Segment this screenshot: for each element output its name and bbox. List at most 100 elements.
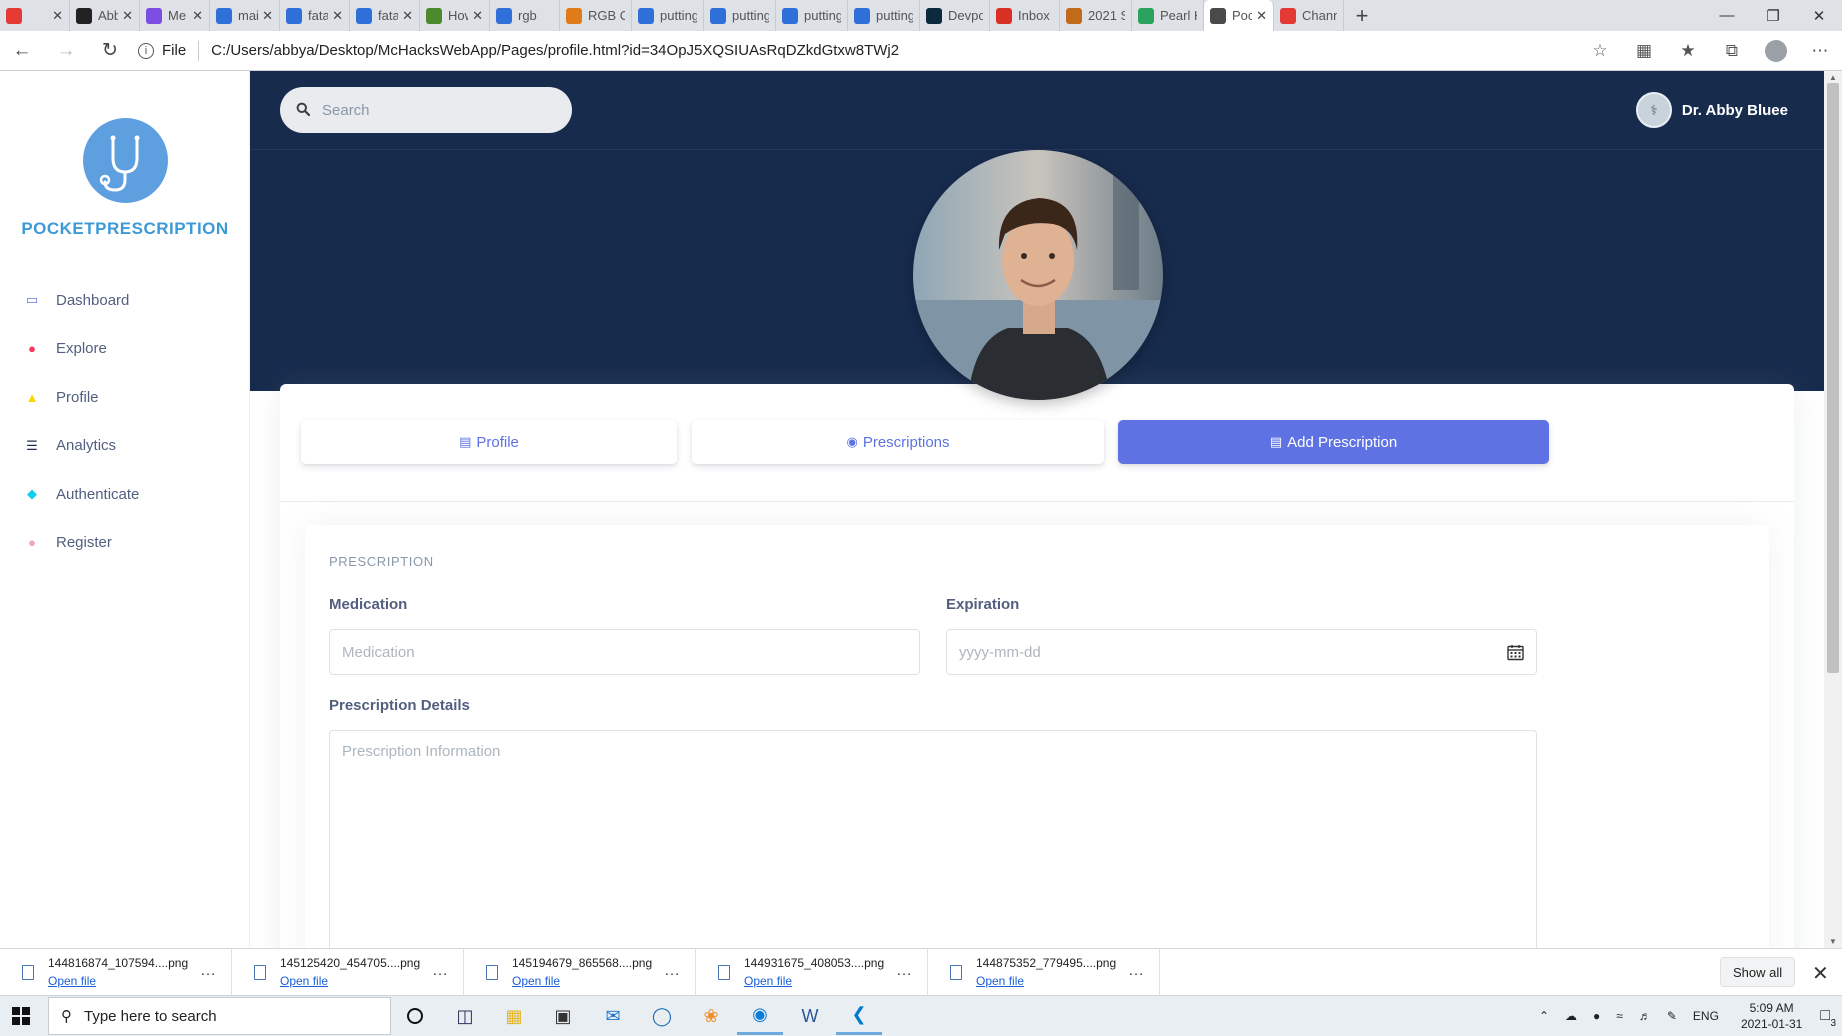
download-more-icon[interactable]: … — [896, 962, 913, 980]
tab-add-prescription[interactable]: ▤ Add Prescription — [1118, 420, 1549, 464]
new-tab-button[interactable]: + — [1344, 0, 1380, 31]
download-item[interactable]: 145125420_454705....png Open file… — [232, 948, 464, 996]
browser-tab[interactable]: Inbox (2 — [990, 0, 1060, 31]
browser-tab[interactable]: putting a — [632, 0, 704, 31]
minimize-window-icon[interactable]: — — [1704, 0, 1750, 31]
close-tab-icon[interactable]: ✕ — [332, 8, 343, 24]
site-info-icon[interactable]: i — [138, 42, 154, 59]
tab-prescriptions[interactable]: ◉ Prescriptions — [692, 420, 1104, 464]
cortana-icon[interactable] — [392, 997, 438, 1035]
close-tab-icon[interactable]: ✕ — [1256, 8, 1267, 24]
pen-icon[interactable]: ✎ — [1667, 1009, 1677, 1023]
browser-tab[interactable]: putting a — [704, 0, 776, 31]
refresh-button[interactable]: ↻ — [88, 31, 132, 71]
brand-name[interactable]: POCKETPRESCRIPTION — [0, 219, 250, 239]
favorites-icon[interactable]: ★ — [1666, 31, 1710, 71]
user-avatar[interactable]: ⚕ — [1635, 92, 1672, 128]
browser-tab[interactable]: fata ✕ — [280, 0, 350, 31]
close-tab-icon[interactable]: ✕ — [472, 8, 483, 24]
collections-icon[interactable]: ⧉ — [1710, 31, 1754, 71]
browser-tab[interactable]: Pearl Ha — [1132, 0, 1204, 31]
scroll-down-arrow-icon[interactable]: ▼ — [1829, 937, 1837, 946]
forward-button[interactable]: → — [44, 31, 88, 71]
wifi-icon[interactable]: ≈ — [1616, 1009, 1623, 1023]
browser-tab[interactable]: Abb ✕ — [70, 0, 140, 31]
scrollbar-thumb[interactable] — [1827, 83, 1839, 673]
mail-icon[interactable]: ✉ — [590, 997, 636, 1035]
browser-tab[interactable]: Me ✕ — [140, 0, 210, 31]
microphone-icon[interactable]: ● — [1593, 1009, 1600, 1023]
blender-icon[interactable]: ❀ — [688, 997, 734, 1035]
sidebar-item-authenticate[interactable]: ◆ Authenticate — [24, 481, 244, 507]
store-icon[interactable]: ▣ — [540, 997, 586, 1035]
dell-icon[interactable]: ◯ — [639, 997, 685, 1035]
close-tab-icon[interactable]: ✕ — [262, 8, 273, 24]
calendar-icon[interactable] — [1507, 644, 1524, 665]
file-explorer-icon[interactable]: ▦ — [491, 997, 537, 1035]
download-item[interactable]: 144816874_107594....png Open file… — [0, 948, 232, 996]
browser-tab[interactable]: putting a — [776, 0, 848, 31]
task-view-icon[interactable]: ◫ — [442, 997, 488, 1035]
close-tab-icon[interactable]: ✕ — [192, 8, 203, 24]
download-item[interactable]: 145194679_865568....png Open file… — [464, 948, 696, 996]
back-button[interactable]: ← — [0, 31, 44, 71]
browser-tab[interactable]: RGB Colo — [560, 0, 632, 31]
download-item[interactable]: 144931675_408053....png Open file… — [696, 948, 928, 996]
windows-start-icon[interactable] — [0, 995, 42, 1036]
extension-icon[interactable]: ▦ — [1622, 31, 1666, 71]
sidebar-item-profile[interactable]: ▲ Profile — [24, 384, 244, 410]
url-text[interactable]: C:/Users/abbya/Desktop/McHacksWebApp/Pag… — [211, 42, 899, 59]
open-file-link[interactable]: Open file — [976, 972, 1116, 990]
sidebar-item-dashboard[interactable]: ▭ Dashboard — [24, 287, 244, 313]
browser-tab[interactable]: rgb — [490, 0, 560, 31]
search-input[interactable]: Search — [280, 87, 572, 133]
language-indicator[interactable]: ENG — [1693, 1009, 1719, 1023]
edge-icon[interactable]: ◉ — [737, 997, 783, 1035]
tab-profile[interactable]: ▤ Profile — [301, 420, 677, 464]
sidebar-item-explore[interactable]: ● Explore — [24, 336, 244, 362]
taskbar-clock[interactable]: 5:09 AM 2021-01-31 — [1741, 1000, 1802, 1032]
scroll-up-arrow-icon[interactable]: ▲ — [1829, 73, 1837, 82]
open-file-link[interactable]: Open file — [48, 972, 188, 990]
browser-tab[interactable]: mai ✕ — [210, 0, 280, 31]
sidebar-item-analytics[interactable]: ☰ Analytics — [24, 433, 244, 459]
url-field[interactable]: i File C:/Users/abbya/Desktop/McHacksWeb… — [138, 31, 1578, 71]
close-window-icon[interactable]: ✕ — [1796, 0, 1842, 31]
download-more-icon[interactable]: … — [432, 962, 449, 980]
show-all-downloads-button[interactable]: Show all — [1720, 957, 1796, 987]
browser-tab[interactable]: Channel — [1274, 0, 1344, 31]
download-more-icon[interactable]: … — [200, 962, 217, 980]
medication-input[interactable]: Medication — [329, 629, 920, 675]
taskbar-search-input[interactable]: ⚲ Type here to search — [48, 997, 391, 1035]
tray-chevron-up-icon[interactable]: ⌃ — [1539, 1009, 1549, 1023]
maximize-window-icon[interactable]: ❐ — [1750, 0, 1796, 31]
notifications-icon[interactable]: □ 3 — [1820, 1007, 1836, 1029]
open-file-link[interactable]: Open file — [744, 972, 884, 990]
more-menu-icon[interactable]: ⋯ — [1798, 31, 1842, 71]
close-tab-icon[interactable]: ✕ — [122, 8, 133, 24]
open-file-link[interactable]: Open file — [280, 972, 420, 990]
browser-tab[interactable]: ✕ — [0, 0, 70, 31]
close-downloads-icon[interactable]: ✕ — [1812, 961, 1829, 986]
download-item[interactable]: 144875352_779495....png Open file… — [928, 948, 1160, 996]
browser-tab[interactable]: Devpost — [920, 0, 990, 31]
onedrive-icon[interactable]: ☁ — [1565, 1009, 1577, 1023]
user-menu[interactable]: ⚕ Dr. Abby Bluee — [1635, 92, 1788, 128]
sidebar-item-register[interactable]: ● Register — [24, 530, 244, 556]
profile-avatar-icon[interactable] — [1754, 31, 1798, 71]
browser-tab[interactable]: putting a — [848, 0, 920, 31]
prescription-details-textarea[interactable]: Prescription Information — [329, 730, 1537, 948]
open-file-link[interactable]: Open file — [512, 972, 652, 990]
vscode-icon[interactable]: ❮ — [836, 997, 882, 1035]
browser-tab[interactable]: Pock ✕ — [1204, 0, 1274, 31]
word-icon[interactable]: W — [787, 997, 833, 1035]
browser-tab[interactable]: 2021 Sea — [1060, 0, 1132, 31]
close-tab-icon[interactable]: ✕ — [402, 8, 413, 24]
download-more-icon[interactable]: … — [1128, 962, 1145, 980]
stethoscope-logo-icon[interactable] — [83, 118, 168, 203]
favorite-star-icon[interactable]: ☆ — [1578, 31, 1622, 71]
download-more-icon[interactable]: … — [664, 962, 681, 980]
page-scrollbar[interactable]: ▲ ▼ — [1824, 71, 1842, 948]
close-tab-icon[interactable]: ✕ — [52, 8, 63, 24]
expiration-date-input[interactable]: yyyy-mm-dd — [946, 629, 1537, 675]
